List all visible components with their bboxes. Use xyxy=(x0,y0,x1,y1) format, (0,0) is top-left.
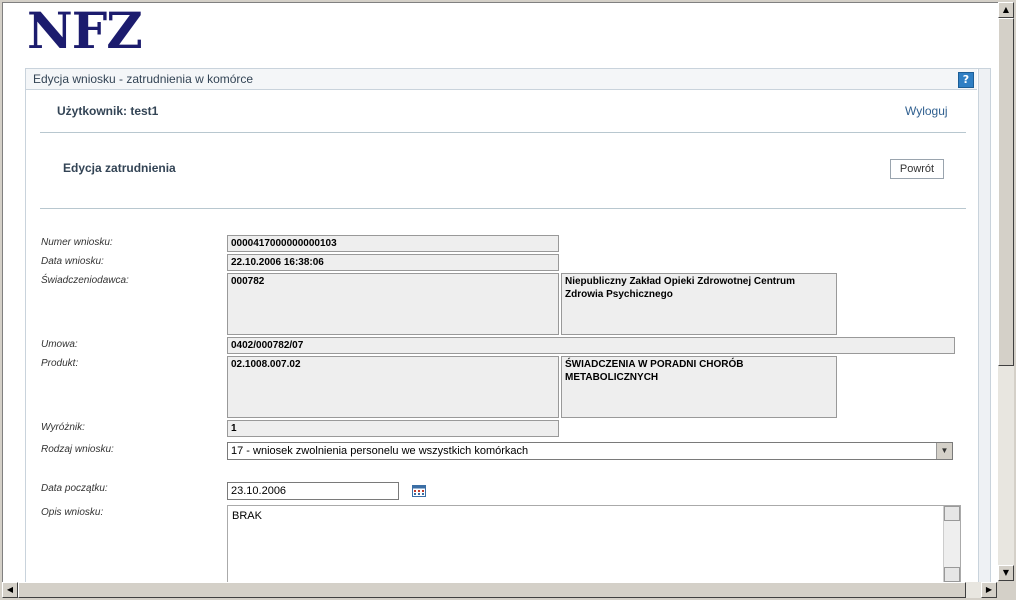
opis-wniosku-text: BRAK xyxy=(232,510,262,522)
page-viewport: NFZ Edycja wniosku - zatrudnienia w komó… xyxy=(2,2,998,582)
swiadczeniodawca-name: Niepubliczny Zakład Opieki Zdrowotnej Ce… xyxy=(561,273,837,335)
horizontal-scroll-thumb[interactable] xyxy=(18,582,966,598)
rodzaj-wniosku-selected: 17 - wniosek zwolnienia personelu we wsz… xyxy=(231,445,529,457)
produkt-name: ŚWIADCZENIA W PORADNI CHORÓB METABOLICZN… xyxy=(561,356,837,418)
divider xyxy=(40,132,966,133)
produkt-label: Produkt: xyxy=(41,358,79,369)
panel-title: Edycja wniosku - zatrudnienia w komórce xyxy=(33,72,254,86)
data-poczatku-label: Data początku: xyxy=(41,483,108,494)
rodzaj-wniosku-label: Rodzaj wniosku: xyxy=(41,444,114,455)
wyroznik-value: 1 xyxy=(227,420,559,437)
section-title: Edycja zatrudnienia xyxy=(63,161,176,175)
opis-wniosku-label: Opis wniosku: xyxy=(41,507,104,518)
chevron-down-icon[interactable]: ▼ xyxy=(936,443,952,459)
numer-wniosku-label: Numer wniosku: xyxy=(41,237,113,248)
opis-wniosku-textarea[interactable]: BRAK xyxy=(227,505,961,582)
help-icon[interactable]: ? xyxy=(958,72,974,88)
calendar-icon[interactable] xyxy=(412,485,426,497)
scroll-up-arrow-icon[interactable]: ▲ xyxy=(998,2,1014,18)
swiadczeniodawca-label: Świadczeniodawca: xyxy=(41,275,129,286)
scroll-down-arrow-icon[interactable]: ▼ xyxy=(998,565,1014,581)
panel-header: Edycja wniosku - zatrudnienia w komórce … xyxy=(26,69,977,90)
scroll-right-arrow-icon[interactable]: ▶ xyxy=(981,582,997,598)
data-poczatku-input[interactable]: 23.10.2006 xyxy=(227,482,399,500)
numer-wniosku-value: 0000417000000000103 xyxy=(227,235,559,252)
vertical-scrollbar[interactable]: ▲ ▼ xyxy=(998,2,1014,581)
umowa-label: Umowa: xyxy=(41,339,78,350)
nfz-logo: NFZ xyxy=(27,2,143,60)
scroll-down-button[interactable] xyxy=(944,567,960,582)
rodzaj-wniosku-select[interactable]: 17 - wniosek zwolnienia personelu we wsz… xyxy=(227,442,953,460)
produkt-code: 02.1008.007.02 xyxy=(227,356,559,418)
user-label: Użytkownik: test1 xyxy=(57,104,159,118)
vertical-scroll-thumb[interactable] xyxy=(998,18,1014,366)
data-wniosku-label: Data wniosku: xyxy=(41,256,104,267)
scroll-left-arrow-icon[interactable]: ◀ xyxy=(2,582,18,598)
scroll-up-button[interactable] xyxy=(944,506,960,521)
logout-link[interactable]: Wyloguj xyxy=(905,104,948,118)
data-wniosku-value: 22.10.2006 16:38:06 xyxy=(227,254,559,271)
umowa-value: 0402/000782/07 xyxy=(227,337,955,354)
panel-side-bar xyxy=(978,69,990,582)
wyroznik-label: Wyróżnik: xyxy=(41,422,85,433)
scrollbar-corner xyxy=(998,582,1014,598)
textarea-scrollbar[interactable] xyxy=(943,506,960,582)
back-button[interactable]: Powrót xyxy=(890,159,944,179)
divider xyxy=(40,208,966,209)
horizontal-scrollbar[interactable]: ◀ ▶ xyxy=(2,582,997,598)
edit-panel: Edycja wniosku - zatrudnienia w komórce … xyxy=(25,68,991,582)
swiadczeniodawca-code: 000782 xyxy=(227,273,559,335)
